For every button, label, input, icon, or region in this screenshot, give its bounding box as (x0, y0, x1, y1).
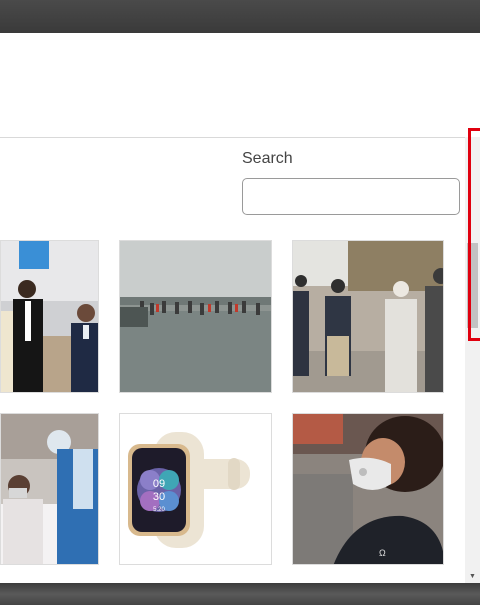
scroll-down-arrow-icon[interactable]: ▼ (467, 573, 478, 581)
gallery-image-officials[interactable] (0, 240, 99, 393)
gallery-image-police[interactable] (292, 240, 444, 393)
highlight-box (468, 128, 480, 341)
svg-text:Ω: Ω (379, 548, 386, 558)
gallery-image-masked-woman[interactable]: Ω (292, 413, 444, 565)
search-label: Search (242, 150, 293, 167)
header-divider (0, 137, 465, 138)
gallery-image-hospital[interactable] (0, 413, 99, 565)
browser-top-bar (0, 0, 480, 33)
gallery-image-flood[interactable] (119, 240, 272, 393)
search-input[interactable] (242, 178, 460, 215)
watch-hour: 09 (153, 478, 165, 490)
gallery-image-smartwatch[interactable]: 09 30 5.20 (119, 413, 272, 565)
browser-bottom-bar (0, 583, 480, 605)
watch-minute: 30 (153, 491, 165, 503)
watch-date: 5.20 (153, 507, 165, 513)
page-header (0, 33, 480, 137)
